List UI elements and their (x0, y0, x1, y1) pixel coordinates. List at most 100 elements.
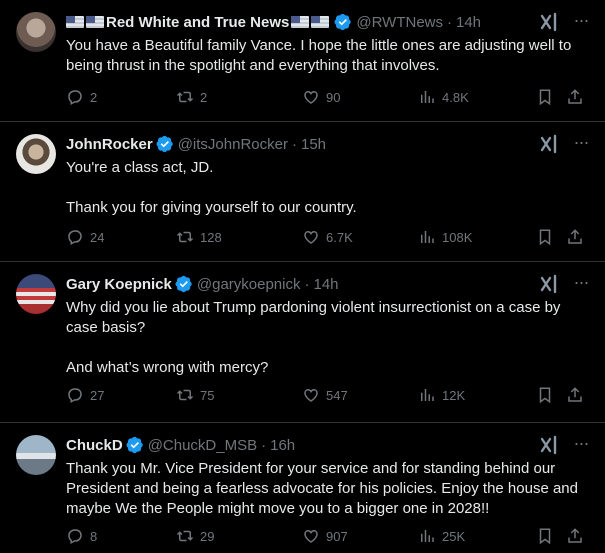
reply-button[interactable]: 2 (66, 88, 97, 106)
tweet-header: Red White and True News @RWTNews · 14h (66, 12, 481, 32)
display-name[interactable]: ChuckD (66, 437, 123, 454)
more-icon[interactable]: ··· (571, 11, 591, 32)
share-icon (566, 386, 584, 404)
like-button[interactable]: 6.7K (302, 228, 353, 246)
action-bar: 27 75 547 12K (66, 386, 590, 406)
avatar[interactable] (16, 12, 56, 52)
avatar[interactable] (16, 134, 56, 174)
display-name[interactable]: Gary Koepnick (66, 276, 172, 293)
reply-count: 2 (90, 89, 98, 105)
handle[interactable]: @itsJohnRocker (178, 136, 288, 153)
reply-button[interactable]: 24 (66, 228, 104, 246)
repost-button[interactable]: 2 (176, 88, 207, 106)
flag-icon (311, 16, 330, 28)
like-button[interactable]: 547 (302, 386, 348, 404)
timestamp[interactable]: 14h (313, 276, 338, 293)
repost-icon (176, 88, 194, 106)
timestamp[interactable]: 16h (270, 437, 295, 454)
repost-count: 2 (200, 89, 208, 105)
tweet[interactable]: JohnRocker @itsJohnRocker · 15h ··· You'… (0, 122, 605, 262)
share-icon (566, 88, 584, 106)
bookmark-icon (536, 527, 554, 545)
like-button[interactable]: 907 (302, 527, 348, 545)
separator-dot: · (261, 436, 267, 454)
reply-icon (66, 386, 84, 404)
display-name[interactable]: Red White and True News (106, 14, 289, 31)
like-count: 547 (326, 387, 348, 403)
views-icon (418, 527, 436, 545)
grok-icon[interactable] (539, 274, 561, 294)
repost-button[interactable]: 29 (176, 527, 214, 545)
views-count: 25K (442, 528, 466, 544)
grok-icon[interactable] (539, 12, 561, 32)
timestamp[interactable]: 14h (456, 14, 481, 31)
repost-icon (176, 228, 194, 246)
handle[interactable]: @ChuckD_MSB (148, 437, 257, 454)
verified-badge-icon (175, 275, 193, 293)
more-icon[interactable]: ··· (571, 133, 591, 154)
views-icon (418, 386, 436, 404)
tweet-header: JohnRocker @itsJohnRocker · 15h (66, 134, 326, 154)
views-count: 4.8K (442, 89, 469, 105)
tweet[interactable]: ChuckD @ChuckD_MSB · 16h ··· Thank you M… (0, 423, 605, 553)
avatar[interactable] (16, 274, 56, 314)
action-bar: 2 2 90 4.8K (66, 88, 590, 108)
repost-icon (176, 527, 194, 545)
share-icon (566, 527, 584, 545)
reply-button[interactable]: 8 (66, 527, 97, 545)
reply-count: 27 (90, 387, 105, 403)
tweet[interactable]: Red White and True News @RWTNews · 14h ·… (0, 0, 605, 122)
share-button[interactable] (566, 228, 590, 246)
tweet-header: ChuckD @ChuckD_MSB · 16h (66, 435, 295, 455)
share-button[interactable] (566, 527, 590, 545)
reply-count: 8 (90, 528, 98, 544)
share-icon (566, 228, 584, 246)
handle[interactable]: @garykoepnick (197, 276, 301, 293)
separator-dot: · (291, 135, 297, 153)
like-count: 6.7K (326, 229, 353, 245)
grok-icon[interactable] (539, 435, 561, 455)
tweet-text: You have a Beautiful family Vance. I hop… (66, 37, 576, 74)
timestamp[interactable]: 15h (301, 136, 326, 153)
tweet-text: Why did you lie about Trump pardoning vi… (66, 299, 561, 376)
share-button[interactable] (566, 88, 590, 106)
views-button[interactable]: 12K (418, 386, 465, 404)
views-button[interactable]: 25K (418, 527, 465, 545)
bookmark-button[interactable] (536, 228, 560, 246)
like-icon (302, 228, 320, 246)
repost-button[interactable]: 128 (176, 228, 222, 246)
tweet[interactable]: Gary Koepnick @garykoepnick · 14h ··· Wh… (0, 262, 605, 423)
bookmark-icon (536, 386, 554, 404)
views-button[interactable]: 4.8K (418, 88, 469, 106)
verified-badge-icon (334, 13, 352, 31)
views-icon (418, 228, 436, 246)
reply-icon (66, 228, 84, 246)
share-button[interactable] (566, 386, 590, 404)
bookmark-button[interactable] (536, 527, 560, 545)
more-icon[interactable]: ··· (571, 434, 591, 455)
repost-button[interactable]: 75 (176, 386, 214, 404)
repost-count: 128 (200, 229, 222, 245)
reply-button[interactable]: 27 (66, 386, 104, 404)
action-bar: 24 128 6.7K 108K (66, 228, 590, 248)
like-icon (302, 527, 320, 545)
views-button[interactable]: 108K (418, 228, 472, 246)
like-count: 907 (326, 528, 348, 544)
display-name[interactable]: JohnRocker (66, 136, 153, 153)
like-icon (302, 386, 320, 404)
like-icon (302, 88, 320, 106)
views-icon (418, 88, 436, 106)
bookmark-button[interactable] (536, 386, 560, 404)
handle[interactable]: @RWTNews (356, 14, 443, 31)
bookmark-icon (536, 228, 554, 246)
bookmark-button[interactable] (536, 88, 560, 106)
verified-badge-icon (126, 436, 144, 454)
avatar[interactable] (16, 435, 56, 475)
separator-dot: · (304, 275, 310, 293)
action-bar: 8 29 907 25K (66, 527, 590, 547)
more-icon[interactable]: ··· (571, 273, 591, 294)
like-button[interactable]: 90 (302, 88, 340, 106)
tweet-text: Thank you Mr. Vice President for your se… (66, 460, 583, 517)
grok-icon[interactable] (539, 134, 561, 154)
repost-icon (176, 386, 194, 404)
